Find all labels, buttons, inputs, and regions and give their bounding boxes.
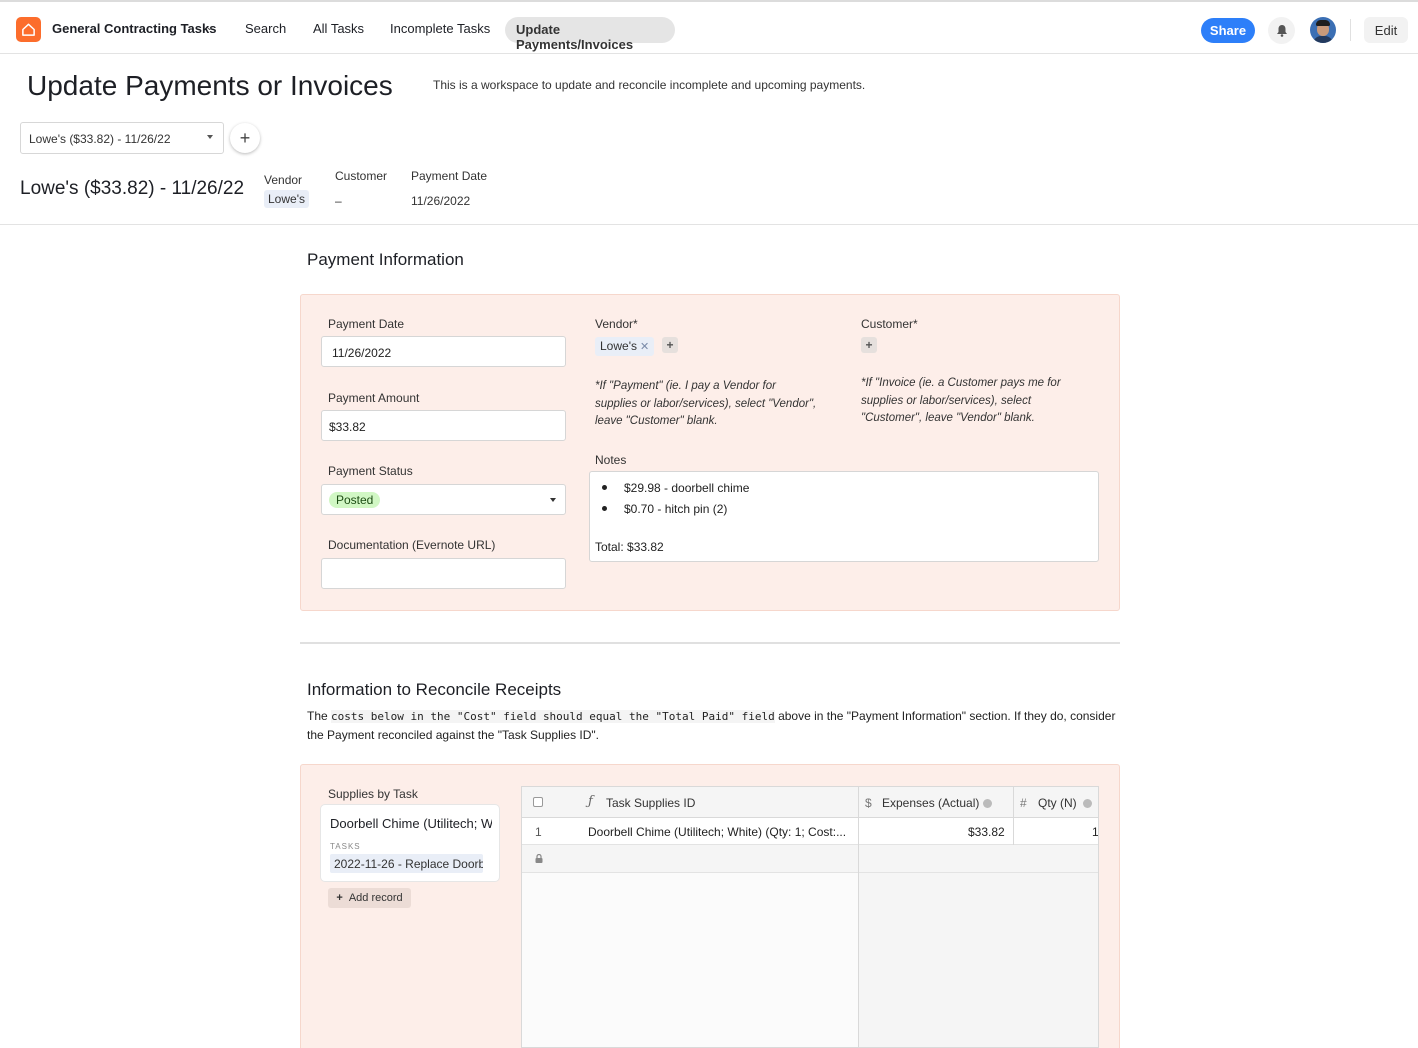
record-selector-value: Lowe's ($33.82) - 11/26/22 bbox=[29, 132, 171, 146]
plus-icon: + bbox=[336, 892, 343, 904]
record-selector-dropdown[interactable]: Lowe's ($33.82) - 11/26/22 bbox=[20, 122, 224, 154]
select-all-checkbox[interactable] bbox=[533, 797, 543, 807]
payment-status-label: Payment Status bbox=[328, 464, 413, 478]
card-field-label: TASKS bbox=[330, 842, 361, 851]
payment-status-select[interactable]: Posted bbox=[321, 484, 566, 515]
vendor-field-label: Vendor* bbox=[595, 317, 638, 331]
user-avatar[interactable] bbox=[1310, 17, 1336, 43]
chevron-down-icon[interactable]: ⌄ bbox=[205, 20, 214, 33]
vendor-help-text: *If "Payment" (ie. I pay a Vendor for su… bbox=[595, 380, 817, 427]
share-button[interactable]: Share bbox=[1201, 18, 1255, 43]
supply-record-card[interactable]: Doorbell Chime (Utilitech; White) (Qty: … bbox=[321, 805, 499, 881]
page-description: This is a workspace to update and reconc… bbox=[433, 78, 866, 92]
notes-label: Notes bbox=[595, 453, 627, 467]
supplies-grid: ƒ Task Supplies ID $ Expenses (Actual) #… bbox=[521, 786, 1099, 1048]
base-name[interactable]: General Contracting Tasks bbox=[52, 21, 216, 36]
add-record-plus-button[interactable]: + bbox=[230, 123, 260, 153]
add-record-button[interactable]: + Add record bbox=[328, 888, 411, 908]
info-icon[interactable] bbox=[1082, 799, 1092, 808]
card-title: Doorbell Chime (Utilitech; White) (Qty: … bbox=[330, 816, 492, 831]
documentation-label: Documentation (Evernote URL) bbox=[328, 538, 496, 552]
nav-search[interactable]: Search bbox=[245, 21, 286, 36]
meta-vendor-label: Vendor bbox=[264, 173, 303, 187]
documentation-url-input[interactable] bbox=[321, 558, 566, 589]
bullet-icon bbox=[602, 485, 607, 490]
page-title: Update Payments or Invoices bbox=[27, 70, 393, 101]
task-supplies-id-cell[interactable]: Doorbell Chime (Utilitech; White) (Qty: … bbox=[588, 825, 846, 839]
caret-down-icon bbox=[207, 135, 213, 139]
notes-total: Total: $33.82 bbox=[595, 540, 664, 554]
grid-empty-area bbox=[522, 873, 858, 1047]
customer-help-text: *If "Invoice (ie. a Customer pays me for… bbox=[861, 377, 1061, 424]
top-navigation-bar: General Contracting Tasks ⌄ Search All T… bbox=[0, 0, 1418, 54]
meta-payment-date-value: 11/26/2022 bbox=[411, 194, 471, 208]
payment-date-input[interactable]: 11/26/2022 bbox=[321, 336, 566, 367]
lock-icon bbox=[535, 854, 543, 863]
supplies-by-task-label: Supplies by Task bbox=[328, 787, 418, 801]
payment-amount-label: Payment Amount bbox=[328, 391, 420, 405]
linked-task-chip[interactable]: 2022-11-26 - Replace Doorbell bbox=[330, 854, 483, 873]
reconcile-description: The costs below in the "Cost" field shou… bbox=[307, 709, 1116, 742]
nav-update-payments-label: Update Payments/Invoices bbox=[516, 22, 634, 52]
row-number: 1 bbox=[535, 825, 542, 839]
reconcile-title: Information to Reconcile Receipts bbox=[307, 680, 562, 699]
meta-customer-label: Customer bbox=[335, 169, 388, 183]
info-icon[interactable] bbox=[983, 799, 993, 808]
payment-information-title: Payment Information bbox=[307, 250, 464, 269]
record-name-heading: Lowe's ($33.82) - 11/26/22 bbox=[20, 178, 245, 199]
payment-date-label: Payment Date bbox=[328, 317, 405, 331]
locked-add-row bbox=[522, 845, 1098, 873]
meta-payment-date-label: Payment Date bbox=[411, 169, 488, 183]
qty-cell[interactable]: 1 bbox=[1092, 825, 1098, 839]
caret-down-icon bbox=[550, 498, 556, 502]
vendor-linked-record-chip[interactable]: Lowe's ✕ bbox=[595, 337, 655, 356]
notes-item: $29.98 - doorbell chime bbox=[624, 481, 750, 495]
notes-item: $0.70 - hitch pin (2) bbox=[624, 502, 728, 516]
nav-incomplete-tasks[interactable]: Incomplete Tasks bbox=[390, 21, 490, 36]
meta-customer-value: – bbox=[335, 194, 342, 208]
divider bbox=[1350, 19, 1351, 41]
column-divider bbox=[1013, 787, 1014, 845]
currency-icon: $ bbox=[865, 796, 872, 810]
header-divider bbox=[0, 224, 1418, 225]
add-customer-plus-button[interactable]: + bbox=[861, 337, 877, 353]
status-badge: Posted bbox=[329, 492, 381, 508]
home-app-icon[interactable] bbox=[16, 17, 41, 42]
expenses-cell[interactable]: $33.82 bbox=[968, 825, 1005, 839]
bullet-icon bbox=[602, 506, 607, 511]
column-divider bbox=[858, 787, 859, 1047]
number-icon: # bbox=[1020, 796, 1027, 810]
formula-icon: ƒ bbox=[588, 794, 593, 809]
section-divider bbox=[300, 642, 1120, 644]
notes-rich-text-field[interactable]: $29.98 - doorbell chime $0.70 - hitch pi… bbox=[589, 471, 1099, 562]
edit-button[interactable]: Edit bbox=[1364, 17, 1408, 43]
column-header-qty[interactable]: Qty (N) bbox=[1038, 796, 1092, 810]
remove-x-icon[interactable]: ✕ bbox=[640, 341, 649, 353]
meta-vendor-value[interactable]: Lowe's bbox=[264, 190, 309, 208]
payment-amount-input[interactable]: $33.82 bbox=[321, 410, 566, 441]
add-vendor-plus-button[interactable]: + bbox=[662, 337, 678, 353]
add-record-label: Add record bbox=[348, 892, 403, 904]
column-header-expenses[interactable]: Expenses (Actual) bbox=[882, 796, 993, 810]
nav-update-payments[interactable]: Update Payments/Invoices bbox=[505, 17, 675, 52]
customer-field-label: Customer* bbox=[861, 317, 918, 331]
notifications-bell-icon[interactable] bbox=[1268, 17, 1295, 44]
nav-all-tasks[interactable]: All Tasks bbox=[313, 21, 364, 36]
column-header-task-supplies-id[interactable]: Task Supplies ID bbox=[606, 796, 695, 810]
